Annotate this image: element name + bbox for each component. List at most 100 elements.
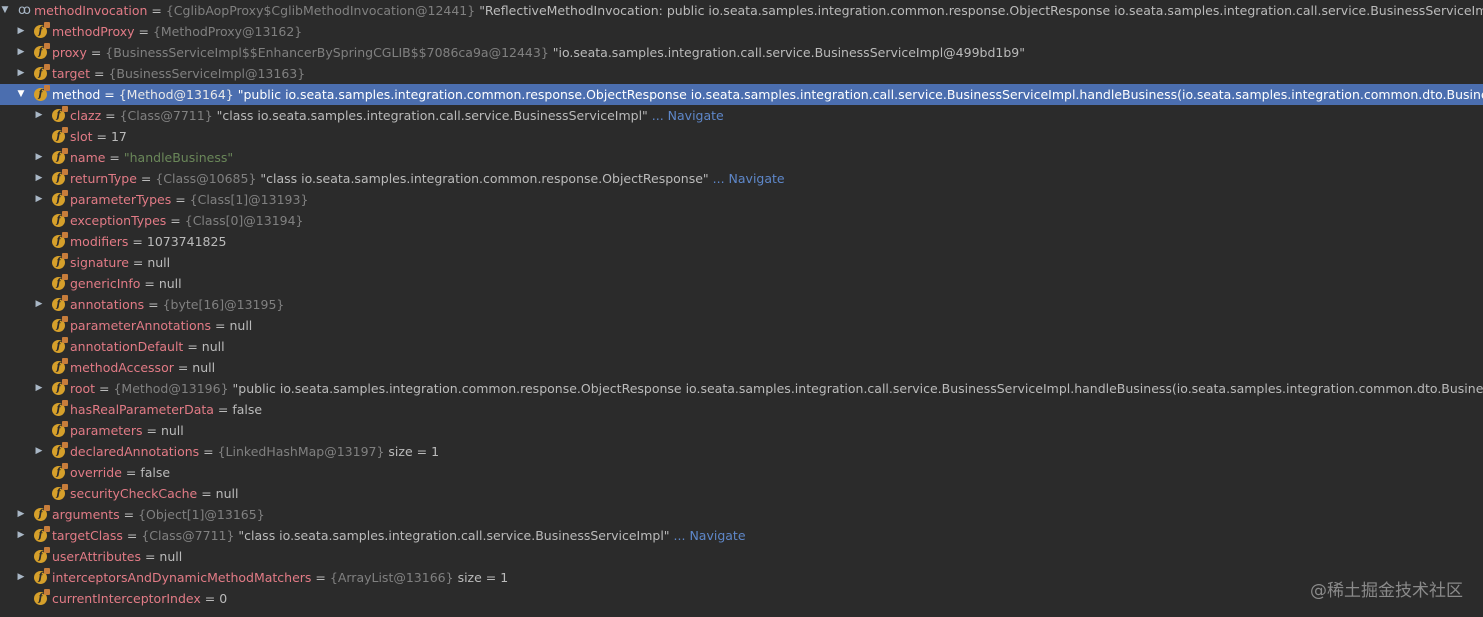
expand-arrow-icon[interactable]: ▶ (34, 147, 44, 168)
tree-row[interactable]: f modifiers = 1073741825 (0, 231, 1483, 252)
lock-icon (44, 85, 50, 91)
field-value: null (192, 360, 216, 375)
equals-sign: = (183, 339, 202, 354)
tree-row[interactable]: ▶ f annotations = {byte[16]@13195} (0, 294, 1483, 315)
row-content: method = {Method@13164} "public io.seata… (52, 84, 1483, 105)
field-name: modifiers (70, 234, 129, 249)
tree-row[interactable]: f genericInfo = null (0, 273, 1483, 294)
lock-icon (62, 484, 68, 490)
lock-icon (62, 148, 68, 154)
field-value: null (158, 276, 182, 291)
field-icon: f (34, 526, 50, 542)
tree-row[interactable]: f hasRealParameterData = false (0, 399, 1483, 420)
row-content: proxy = {BusinessServiceImpl$$EnhancerBy… (52, 42, 1025, 63)
field-icon: f (34, 505, 50, 521)
equals-sign: = (147, 3, 166, 18)
expand-arrow-icon[interactable]: ▶ (16, 63, 26, 84)
lock-icon (62, 127, 68, 133)
field-name: securityCheckCache (70, 486, 198, 501)
tree-row[interactable]: ▶ f methodProxy = {MethodProxy@13162} (0, 21, 1483, 42)
row-content: parameterTypes = {Class[1]@13193} (70, 189, 308, 210)
row-content: methodAccessor = null (70, 357, 215, 378)
tree-row[interactable]: f slot = 17 (0, 126, 1483, 147)
field-icon: f (34, 589, 50, 605)
tree-row[interactable]: f exceptionTypes = {Class[0]@13194} (0, 210, 1483, 231)
expand-arrow-icon[interactable]: ▶ (16, 504, 26, 525)
tree-row[interactable]: f currentInterceptorIndex = 0 (0, 588, 1483, 609)
equals-sign: = (92, 129, 111, 144)
field-value: "class io.seata.samples.integration.call… (238, 528, 670, 543)
type-info: {Class@7711} (141, 528, 235, 543)
expand-arrow-icon[interactable]: ▶ (34, 378, 44, 399)
watch-glasses-icon: oo (18, 3, 31, 18)
tree-row[interactable]: ▼ oo methodInvocation = {CglibAopProxy$Cgl… (0, 0, 1483, 21)
lock-icon (44, 64, 50, 70)
field-value: 0 (219, 591, 228, 606)
field-icon: f (52, 253, 68, 269)
navigate-link[interactable]: ... Navigate (652, 108, 724, 123)
field-name: returnType (70, 171, 137, 186)
tree-row[interactable]: ▶ f target = {BusinessServiceImpl@13163} (0, 63, 1483, 84)
tree-row[interactable]: ▶ f interceptorsAndDynamicMethodMatchers =… (0, 567, 1483, 588)
lock-icon (44, 22, 50, 28)
type-info: {ArrayList@13166} (329, 570, 454, 585)
expand-arrow-icon[interactable]: ▶ (34, 105, 44, 126)
tree-row[interactable]: f securityCheckCache = null (0, 483, 1483, 504)
field-name: genericInfo (70, 276, 141, 291)
expand-arrow-icon[interactable]: ▶ (34, 294, 44, 315)
row-content: parameterAnnotations = null (70, 315, 252, 336)
tree-row[interactable]: f methodAccessor = null (0, 357, 1483, 378)
tree-row[interactable]: ▶ f returnType = {Class@10685} "class io.s… (0, 168, 1483, 189)
tree-row[interactable]: ▶ f proxy = {BusinessServiceImpl$$Enhancer… (0, 42, 1483, 63)
row-content: slot = 17 (70, 126, 127, 147)
navigate-link[interactable]: ... Navigate (713, 171, 785, 186)
tree-row[interactable]: f signature = null (0, 252, 1483, 273)
field-name: userAttributes (52, 549, 141, 564)
tree-row[interactable]: f parameters = null (0, 420, 1483, 441)
expand-arrow-icon[interactable]: ▶ (16, 21, 26, 42)
field-icon: f (34, 64, 50, 80)
field-value: null (229, 318, 253, 333)
field-value: "class io.seata.samples.integration.comm… (260, 171, 709, 186)
expand-arrow-icon[interactable]: ▶ (34, 168, 44, 189)
field-icon: f (52, 190, 68, 206)
row-content: exceptionTypes = {Class[0]@13194} (70, 210, 304, 231)
expand-arrow-icon[interactable]: ▶ (16, 525, 26, 546)
field-icon: f (52, 463, 68, 479)
lock-icon (62, 106, 68, 112)
tree-row[interactable]: f override = false (0, 462, 1483, 483)
row-content: interceptorsAndDynamicMethodMatchers = {… (52, 567, 508, 588)
expand-arrow-icon[interactable]: ▶ (16, 567, 26, 588)
collapse-arrow-icon[interactable]: ▼ (16, 84, 26, 105)
lock-icon (44, 505, 50, 511)
tree-row[interactable]: ▶ f name = "handleBusiness" (0, 147, 1483, 168)
field-value: "class io.seata.samples.integration.call… (216, 108, 648, 123)
tree-row[interactable]: f annotationDefault = null (0, 336, 1483, 357)
navigate-link[interactable]: ... Navigate (674, 528, 746, 543)
row-content: modifiers = 1073741825 (70, 231, 226, 252)
tree-row[interactable]: ▶ f targetClass = {Class@7711} "class io.s… (0, 525, 1483, 546)
tree-row[interactable]: f parameterAnnotations = null (0, 315, 1483, 336)
field-icon: f (52, 127, 68, 143)
tree-row[interactable]: ▶ f root = {Method@13196} "public io.seata… (0, 378, 1483, 399)
row-content: currentInterceptorIndex = 0 (52, 588, 227, 609)
row-content: clazz = {Class@7711} "class io.seata.sam… (70, 105, 724, 126)
collapse-arrow-icon[interactable]: ▼ (0, 0, 10, 21)
field-icon: f (52, 211, 68, 227)
field-value: "public io.seata.samples.integration.com… (232, 381, 1483, 396)
tree-row[interactable]: ▶ f arguments = {Object[1]@13165} (0, 504, 1483, 525)
lock-icon (62, 316, 68, 322)
tree-row[interactable]: ▶ f declaredAnnotations = {LinkedHashMap@1… (0, 441, 1483, 462)
field-icon: f (34, 547, 50, 563)
tree-row[interactable]: ▶ f parameterTypes = {Class[1]@13193} (0, 189, 1483, 210)
expand-arrow-icon[interactable]: ▶ (16, 42, 26, 63)
expand-arrow-icon[interactable]: ▶ (34, 441, 44, 462)
tree-row[interactable]: ▶ f clazz = {Class@7711} "class io.seata.s… (0, 105, 1483, 126)
lock-icon (62, 421, 68, 427)
lock-icon (44, 43, 50, 49)
tree-row[interactable]: f userAttributes = null (0, 546, 1483, 567)
tree-row[interactable]: ▼ f method = {Method@13164} "public io.sea… (0, 84, 1483, 105)
field-icon: f (34, 22, 50, 38)
expand-arrow-icon[interactable]: ▶ (34, 189, 44, 210)
equals-sign: = (140, 549, 160, 564)
